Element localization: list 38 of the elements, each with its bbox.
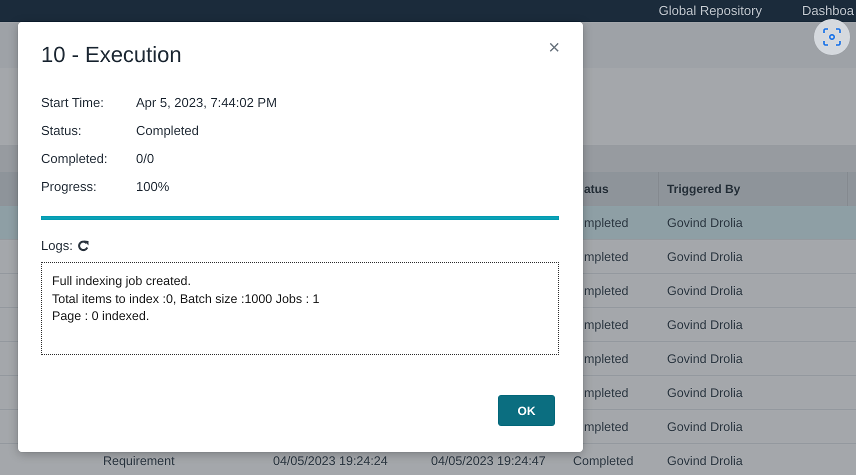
close-button[interactable]: × [548, 40, 560, 56]
table-cell-text: Govind Drolia [666, 454, 744, 468]
log-line: Full indexing job created. [52, 273, 192, 290]
logs-label: Logs: [41, 238, 73, 253]
field-value: 100% [136, 178, 170, 196]
nav-link[interactable]: Global Repository [658, 4, 762, 18]
field-value: Apr 5, 2023, 7:44:02 PM [136, 94, 277, 112]
table-cell-text: 04/05/2023 19:24:47 [430, 454, 547, 468]
table-cell-text: Completed [572, 454, 634, 468]
table-cell-text: mpleted [583, 420, 630, 434]
table-cell-text: 04/05/2023 19:24:24 [272, 454, 389, 468]
log-line: Total items to index :0, Batch size :1000 Jobs : 1 [52, 290, 321, 308]
table-cell-text: Govind Drolia [666, 216, 744, 230]
nav-link[interactable]: Dashboa [802, 4, 854, 18]
table-cell-text: mpleted [583, 216, 630, 230]
table-cell-text: Govind Drolia [666, 386, 744, 400]
refresh-icon[interactable] [76, 240, 89, 252]
dialog-title: 10 - Execution [41, 42, 182, 68]
table-cell-text: Govind Drolia [666, 352, 744, 366]
field-label: Completed: [41, 150, 108, 168]
log-line: Page : 0 indexed. [52, 308, 150, 325]
field-label: Progress: [41, 178, 97, 196]
table-cell-text: Govind Drolia [666, 250, 744, 264]
field-value: 0/0 [136, 150, 154, 168]
table-cell-text: Requirement [102, 454, 176, 468]
table-cell-text: mpleted [583, 284, 630, 298]
ok-button[interactable]: OK [498, 395, 555, 426]
table-cell-text: Govind Drolia [666, 318, 744, 332]
table-cell-text: mpleted [583, 318, 630, 332]
scan-icon [823, 28, 841, 46]
field-label: Status: [41, 122, 82, 140]
table-cell-text: Govind Drolia [666, 284, 744, 298]
table-cell-text: Govind Drolia [666, 420, 744, 434]
field-value: Completed [136, 122, 199, 140]
table-cell-text: mpleted [583, 386, 630, 400]
table-cell-text: mpleted [583, 352, 630, 366]
field-label: Start Time: [41, 94, 104, 112]
table-cell-text: mpleted [583, 250, 630, 264]
